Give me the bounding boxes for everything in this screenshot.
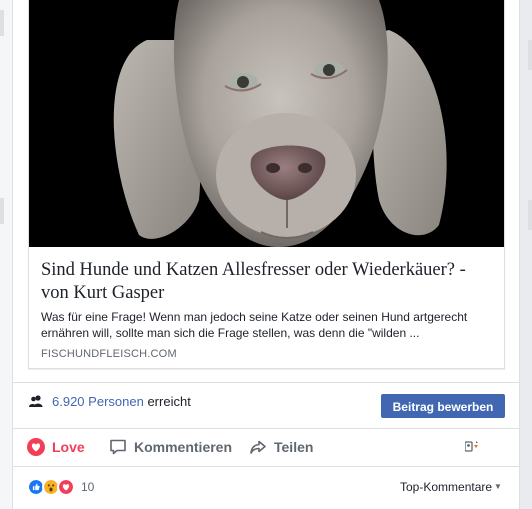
share-label: Teilen <box>274 439 314 455</box>
reach-count-link[interactable]: 6.920 Personen <box>52 394 144 409</box>
reach-count[interactable]: 6.920 <box>52 394 85 409</box>
dog-photo[interactable] <box>29 0 504 247</box>
right-edge-mark <box>528 200 532 230</box>
left-edge-mark <box>0 10 4 36</box>
page-switcher-icon[interactable] <box>465 440 481 454</box>
dog-illustration <box>29 0 504 247</box>
left-edge-mark <box>0 198 4 224</box>
love-label: Love <box>52 439 85 455</box>
comment-sort-dropdown[interactable]: Top-Kommentare ▼ <box>400 480 502 494</box>
boost-post-button[interactable]: Beitrag bewerben <box>381 394 505 418</box>
reaction-count[interactable]: 10 <box>81 480 94 494</box>
people-icon <box>29 395 43 407</box>
love-icon <box>27 438 45 456</box>
preview-description: Was für eine Frage! Wenn man jedoch sein… <box>41 310 468 340</box>
comment-button[interactable]: Kommentieren <box>109 429 232 465</box>
reactions-row: 10 Top-Kommentare ▼ <box>13 466 519 509</box>
right-column-edge <box>520 0 532 509</box>
link-preview[interactable]: Sind Hunde und Katzen Allesfresser oder … <box>28 0 505 369</box>
comment-label: Kommentieren <box>134 439 233 455</box>
comment-icon <box>110 439 126 455</box>
love-button[interactable]: Love <box>27 429 85 465</box>
caret-down-icon: ▼ <box>494 482 502 491</box>
share-icon <box>250 440 266 454</box>
reach-unit[interactable]: Personen <box>88 394 144 409</box>
reach-suffix: erreicht <box>147 394 191 409</box>
preview-title[interactable]: Sind Hunde und Katzen Allesfresser oder … <box>41 259 496 305</box>
sort-label: Top-Kommentare <box>400 480 493 494</box>
post-card: Sind Hunde und Katzen Allesfresser oder … <box>12 0 520 509</box>
reaction-icons[interactable] <box>27 478 77 496</box>
left-column-edge <box>0 0 12 509</box>
reach-row: 6.920 Personen erreicht Beitrag bewerben <box>13 382 519 428</box>
share-button[interactable]: Teilen <box>249 429 313 465</box>
reach-text: 6.920 Personen erreicht <box>52 394 191 409</box>
love-icon <box>57 478 75 496</box>
preview-domain: FISCHUNDFLEISCH.COM <box>41 348 177 360</box>
action-bar: Love Kommentieren Teilen <box>13 428 519 466</box>
right-edge-mark <box>528 40 532 70</box>
